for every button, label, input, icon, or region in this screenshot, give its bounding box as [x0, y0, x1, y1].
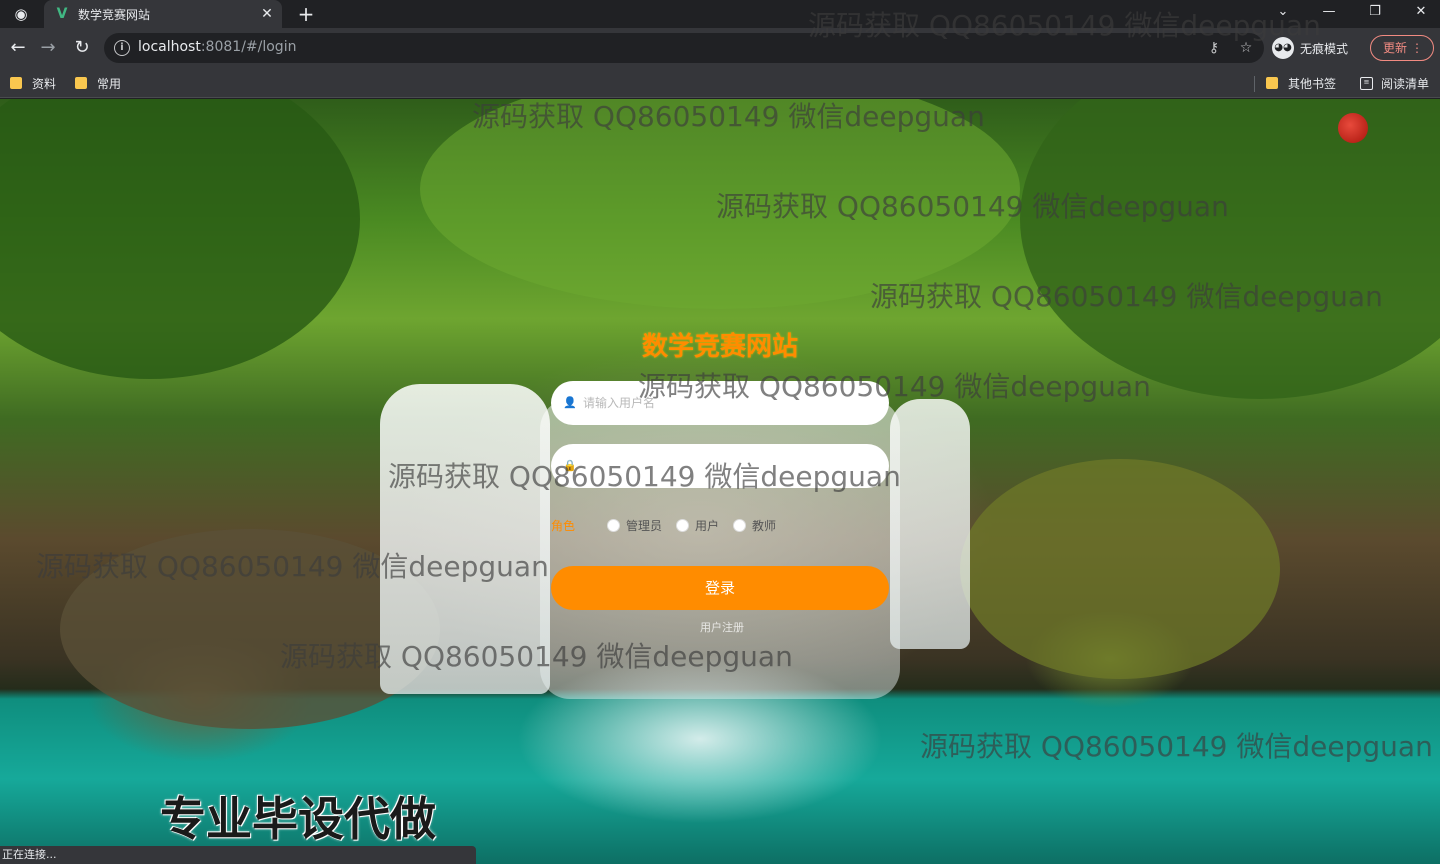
watermark-text: 源码获取 QQ86050149 微信deepguan [472, 100, 985, 133]
more-menu-icon: ⋮ [1411, 41, 1423, 55]
waterfall-right-decor [890, 399, 970, 649]
register-link[interactable]: 用户注册 [700, 619, 744, 635]
status-bar: 正在连接... [0, 846, 476, 864]
new-tab-icon[interactable]: + [294, 2, 318, 26]
mossy-rocks-decor [960, 459, 1280, 679]
role-selector: 角色 管理员 用户 教师 [551, 515, 889, 535]
foliage-left-decor [0, 99, 360, 379]
tab-close-icon[interactable]: ✕ [258, 5, 276, 23]
foliage-right-decor [1020, 99, 1440, 399]
folder-icon [10, 77, 22, 89]
folder-icon [1266, 77, 1278, 89]
tab-title: 数学竞赛网站 [78, 7, 151, 22]
watermark-text: 源码获取 QQ86050149 微信deepguan [716, 190, 1229, 223]
reading-list-icon: ≡ [1360, 76, 1373, 90]
bookmarks-divider [1254, 76, 1255, 92]
bookmark-folder-changyong[interactable]: 常用 [75, 74, 121, 92]
site-info-icon[interactable]: i [114, 40, 130, 56]
watermark-text: 源码获取 QQ86050149 微信deepguan [36, 550, 549, 583]
radio-button[interactable] [607, 518, 620, 532]
update-button[interactable]: 更新 ⋮ [1370, 35, 1434, 61]
watermark-text: 源码获取 QQ86050149 微信deepguan [638, 370, 1151, 403]
watermark-text: 源码获取 QQ86050149 微信deepguan [870, 280, 1383, 313]
update-label: 更新 [1383, 41, 1408, 55]
radio-button[interactable] [676, 518, 690, 532]
bookmark-folder-ziliao[interactable]: 资料 [10, 74, 56, 92]
active-tab[interactable]: V 数学竞赛网站 ✕ [44, 0, 282, 28]
role-label: 角色 [551, 518, 576, 533]
radio-button[interactable] [733, 518, 747, 532]
bookmark-other[interactable]: 其他书签 [1266, 74, 1336, 92]
forward-arrow-icon[interactable]: → [36, 36, 60, 60]
role-radio-user[interactable]: 用户 [676, 517, 719, 534]
folder-icon [75, 77, 87, 89]
vue-favicon-icon: V [56, 6, 68, 22]
reload-icon[interactable]: ↻ [70, 36, 94, 60]
restore-icon[interactable]: ❐ [1352, 0, 1398, 28]
floating-badge-icon [1338, 113, 1368, 143]
login-page-background: 数学竞赛网站 👤 🔒 角色 管理员 用户 教师 登录 用户注册 专业毕设代做 源… [0, 99, 1440, 864]
watermark-text: 源码获取 QQ86050149 微信deepguan [280, 640, 793, 673]
site-title: 数学竞赛网站 [641, 332, 798, 362]
watermark-text: 源码获取 QQ86050149 微信deepguan [808, 9, 1321, 42]
watermark-text: 源码获取 QQ86050149 微信deepguan [920, 730, 1433, 763]
url-text[interactable]: localhost:8081/#/login [138, 39, 296, 55]
promo-overlay-text: 专业毕设代做 [160, 792, 436, 846]
role-radio-teacher[interactable]: 教师 [733, 517, 776, 534]
window-close-icon[interactable]: ✕ [1398, 0, 1440, 28]
user-icon: 👤 [563, 396, 577, 409]
tab-search-icon[interactable]: ◉ [10, 4, 32, 24]
back-arrow-icon[interactable]: ← [6, 36, 30, 60]
watermark-text: 源码获取 QQ86050149 微信deepguan [388, 460, 901, 493]
reading-list[interactable]: ≡ 阅读清单 [1360, 74, 1429, 92]
login-button[interactable]: 登录 [551, 566, 889, 610]
bookmarks-bar: 资料 常用 其他书签 ≡ 阅读清单 [0, 68, 1440, 98]
role-radio-admin[interactable]: 管理员 [607, 517, 662, 534]
